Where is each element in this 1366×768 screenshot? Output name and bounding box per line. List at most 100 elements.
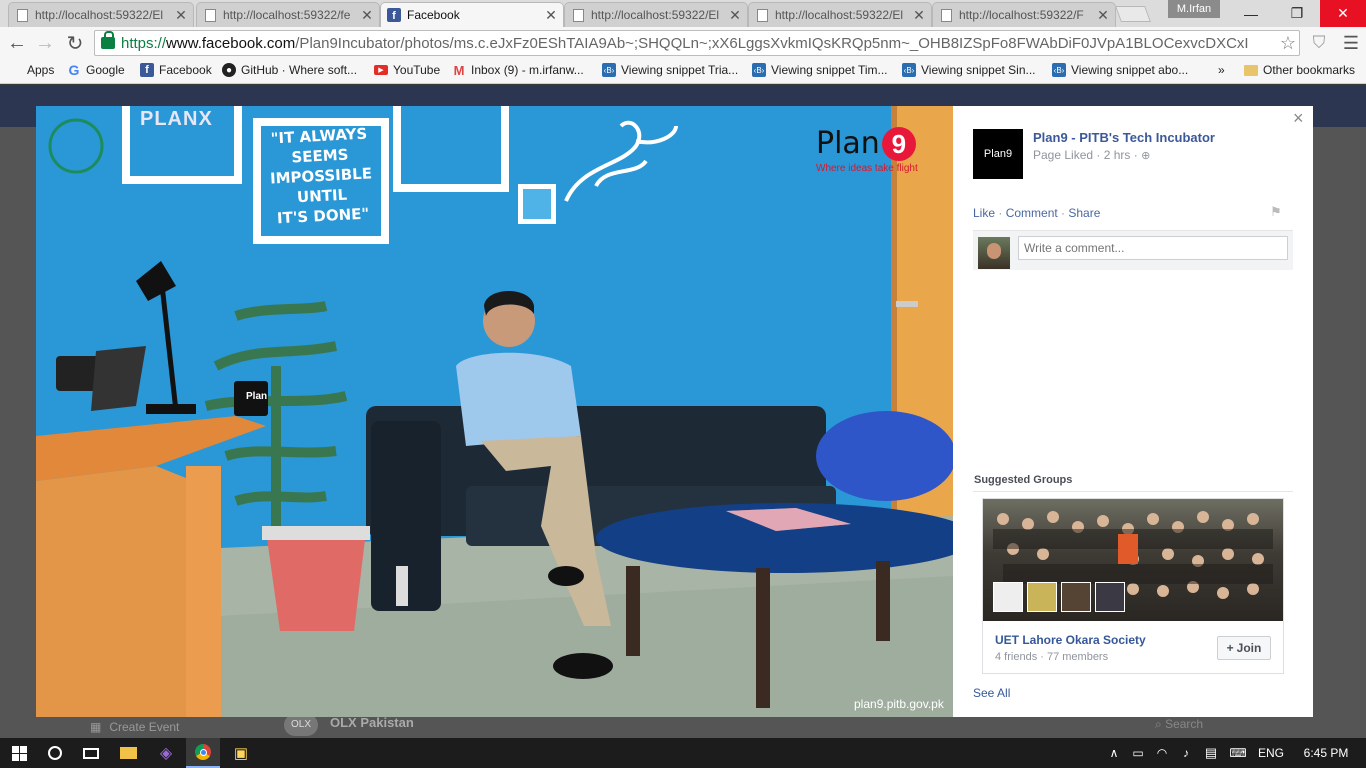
bookmark-facebook[interactable]: f Facebook (140, 63, 212, 77)
page-avatar[interactable]: Plan9 (973, 129, 1023, 179)
volume-icon[interactable]: ♪ (1176, 738, 1196, 768)
chrome-icon[interactable] (186, 738, 220, 768)
maximize-button[interactable]: ❐ (1274, 0, 1320, 27)
office-photo (36, 106, 953, 717)
url-text[interactable]: https://www.facebook.com/Plan9Incubator/… (121, 35, 1277, 52)
tab-title: http://localhost:59322/El (35, 8, 164, 22)
tab-localhost-4[interactable]: http://localhost:59322/El ✕ (748, 2, 932, 27)
comment-link[interactable]: Comment (1006, 206, 1058, 220)
task-view-icon[interactable] (76, 738, 106, 768)
post-actions: Like · Comment · Share (973, 206, 1100, 220)
page-name-link[interactable]: Plan9 - PITB's Tech Incubator (1033, 130, 1215, 145)
photo-viewer-image[interactable]: "IT ALWAYS SEEMS IMPOSSIBLE UNTIL IT'S D… (36, 106, 953, 717)
share-link[interactable]: Share (1068, 206, 1100, 220)
search-dimmed-label: Search (1165, 717, 1204, 731)
forward-arrow-icon[interactable]: → (32, 30, 58, 56)
tab-title: Facebook (407, 8, 460, 22)
other-bookmarks[interactable]: Other bookmarks (1244, 63, 1355, 77)
close-icon[interactable]: ✕ (173, 7, 189, 24)
reload-icon[interactable]: ↻ (62, 30, 88, 56)
tab-localhost-1[interactable]: http://localhost:59322/El ✕ (8, 2, 194, 27)
group-name-link[interactable]: UET Lahore Okara Society (995, 633, 1146, 647)
bookmark-label: Apps (27, 63, 55, 77)
tab-localhost-3[interactable]: http://localhost:59322/El ✕ (564, 2, 748, 27)
tab-facebook[interactable]: f Facebook ✕ (380, 2, 564, 27)
comment-box (973, 230, 1293, 270)
bookmark-label: Viewing snippet Sin... (921, 63, 1036, 77)
profile-badge[interactable]: M.Irfan (1168, 0, 1220, 18)
create-event-link: ▦ Create Event (90, 720, 179, 734)
close-icon[interactable]: ✕ (1095, 7, 1111, 24)
keyboard-icon[interactable]: ⌨ (1226, 738, 1250, 768)
close-icon[interactable]: ✕ (911, 7, 927, 24)
tab-title: http://localhost:59322/El (591, 8, 720, 22)
olx-page-label: OLX Pakistan (330, 715, 414, 730)
plan9-logo-text: Plan (816, 126, 880, 161)
cortana-search-icon[interactable] (40, 738, 70, 768)
bookmark-star-icon[interactable]: ☆ (1277, 33, 1299, 54)
suggested-groups-heading: Suggested Groups (974, 474, 1073, 486)
minimize-button[interactable]: ― (1228, 0, 1274, 27)
visual-studio-icon[interactable]: ◈ (150, 738, 182, 768)
bookmark-label: Viewing snippet Tria... (621, 63, 739, 77)
comment-input[interactable] (1018, 236, 1288, 260)
google-icon: G (68, 62, 80, 78)
flag-icon[interactable]: ⚑ (1270, 204, 1282, 220)
clock[interactable]: 6:45 PM (1296, 738, 1356, 768)
address-bar[interactable]: https://www.facebook.com/Plan9Incubator/… (94, 30, 1300, 56)
show-hidden-icons[interactable]: ∧ (1104, 738, 1124, 768)
windows-start-icon[interactable] (0, 738, 38, 768)
language-indicator[interactable]: ENG (1256, 738, 1286, 768)
bookmark-youtube[interactable]: ▶ YouTube (374, 63, 440, 77)
mug-logo: Plan (246, 391, 268, 402)
tab-localhost-5[interactable]: http://localhost:59322/F ✕ (932, 2, 1116, 27)
post-meta: Page Liked · 2 hrs · ⊕ (1033, 148, 1150, 162)
apps-grid-icon (8, 63, 22, 77)
post-meta-text: Page Liked · 2 hrs · (1033, 148, 1142, 162)
like-link[interactable]: Like (973, 206, 995, 220)
bookmark-inbox[interactable]: M Inbox (9) - m.irfanw... (452, 63, 584, 78)
separator-dot: · (995, 206, 1006, 220)
bookmark-snippet-3[interactable]: ‹B› Viewing snippet Sin... (902, 63, 1036, 77)
join-button[interactable]: + Join (1217, 636, 1271, 660)
bookmark-snippet-4[interactable]: ‹B› Viewing snippet abo... (1052, 63, 1188, 77)
quote-poster: "IT ALWAYS SEEMS IMPOSSIBLE UNTIL IT'S D… (265, 123, 376, 228)
bookmark-github[interactable]: ● GitHub · Where soft... (222, 63, 357, 77)
bookmark-snippet-2[interactable]: ‹B› Viewing snippet Tim... (752, 63, 888, 77)
olx-logo: OLX (284, 714, 318, 736)
back-arrow-icon[interactable]: ← (4, 30, 30, 56)
friend-avatar[interactable] (1061, 582, 1091, 612)
battery-icon[interactable]: ▭ (1128, 738, 1148, 768)
url-host: www.facebook.com (166, 34, 296, 52)
close-icon[interactable]: ✕ (543, 7, 559, 24)
bookmark-label: Google (86, 63, 125, 77)
group-meta: 4 friends · 77 members (995, 651, 1109, 663)
close-icon[interactable]: × (1293, 108, 1304, 129)
sticky-app-icon[interactable]: ▣ (226, 738, 256, 768)
bookmark-label: Viewing snippet abo... (1071, 63, 1189, 77)
bookmark-label: GitHub · Where soft... (241, 63, 358, 77)
shield-icon[interactable]: ⛉ (1306, 30, 1332, 56)
friend-avatar[interactable] (993, 582, 1023, 612)
window-close-button[interactable]: ✕ (1320, 0, 1366, 27)
bookmark-google[interactable]: G Google (67, 62, 125, 78)
facebook-icon: f (387, 8, 401, 22)
bookmark-apps[interactable]: Apps (8, 63, 54, 77)
menu-icon[interactable]: ☰ (1338, 30, 1364, 56)
windows-taskbar: ◈ ▣ ∧ ▭ ◠ ♪ ▤ ⌨ ENG 6:45 PM (0, 738, 1366, 768)
group-card[interactable]: UET Lahore Okara Society 4 friends · 77 … (982, 498, 1284, 674)
bookmarks-overflow-button[interactable]: » (1218, 63, 1225, 77)
close-icon[interactable]: ✕ (359, 7, 375, 24)
bookmark-snippet-1[interactable]: ‹B› Viewing snippet Tria... (602, 63, 738, 77)
tab-localhost-2[interactable]: http://localhost:59322/fe ✕ (196, 2, 380, 27)
see-all-link[interactable]: See All (973, 686, 1010, 700)
friend-avatar[interactable] (1095, 582, 1125, 612)
url-scheme: https:// (121, 34, 167, 52)
file-explorer-icon[interactable] (112, 738, 144, 768)
close-icon[interactable]: ✕ (727, 7, 743, 24)
friend-avatar[interactable] (1027, 582, 1057, 612)
new-tab-button[interactable] (1115, 6, 1151, 22)
group-friend-avatars (993, 582, 1125, 612)
notifications-icon[interactable]: ▤ (1200, 738, 1222, 768)
wifi-icon[interactable]: ◠ (1152, 738, 1172, 768)
